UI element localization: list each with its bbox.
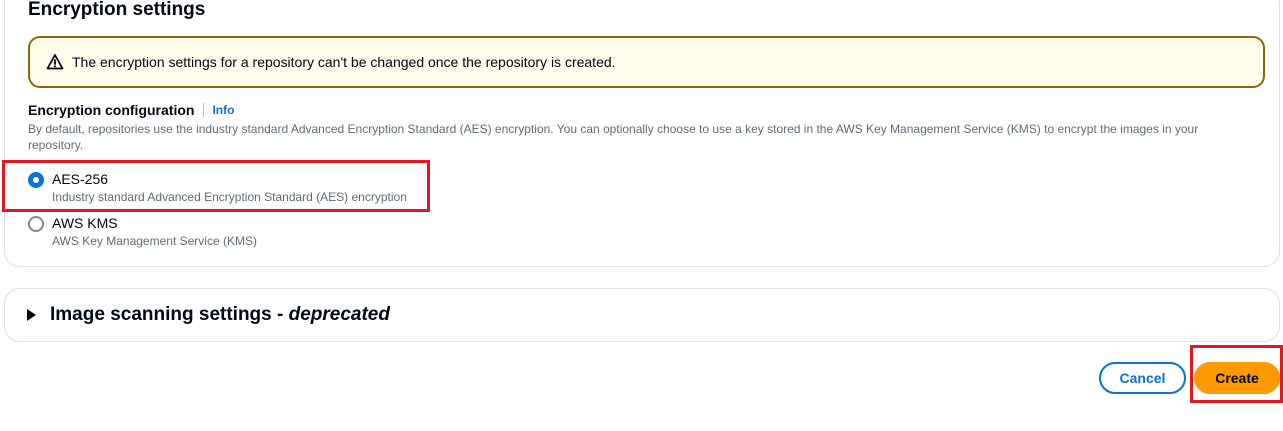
field-label: Encryption configuration — [28, 102, 195, 118]
radio-option-aes-256[interactable]: AES-256 Industry standard Advanced Encry… — [28, 170, 407, 206]
label-divider — [203, 103, 205, 117]
expander-title-main: Image scanning settings - — [50, 304, 289, 325]
encryption-configuration-label-row: Encryption configuration Info — [28, 102, 234, 118]
expander-title-emphasis: deprecated — [288, 304, 390, 325]
field-description: By default, repositories use the industr… — [28, 122, 1199, 152]
caret-right-icon — [27, 309, 36, 321]
radio-option-aws-kms[interactable]: AWS KMS AWS Key Management Service (KMS) — [28, 214, 257, 250]
panel-title: Encryption settings — [28, 0, 206, 20]
warning-icon — [46, 53, 64, 71]
alert-text: The encryption settings for a repository… — [72, 54, 616, 70]
image-scanning-settings-expander[interactable]: Image scanning settings - deprecated — [4, 288, 1280, 342]
radio-description: AWS Key Management Service (KMS) — [52, 234, 257, 248]
info-link[interactable]: Info — [212, 103, 234, 117]
radio-button-unchecked[interactable] — [28, 216, 44, 232]
create-button[interactable]: Create — [1194, 362, 1280, 394]
warning-alert: The encryption settings for a repository… — [28, 36, 1265, 88]
radio-label: AES-256 — [52, 171, 109, 187]
radio-description: Industry standard Advanced Encryption St… — [52, 190, 407, 204]
radio-button-checked[interactable] — [28, 172, 44, 188]
cancel-button[interactable]: Cancel — [1099, 362, 1186, 394]
radio-label: AWS KMS — [52, 215, 118, 231]
encryption-settings-panel: Encryption settings The encryption setti… — [4, 0, 1280, 267]
expander-title: Image scanning settings - deprecated — [50, 304, 390, 326]
